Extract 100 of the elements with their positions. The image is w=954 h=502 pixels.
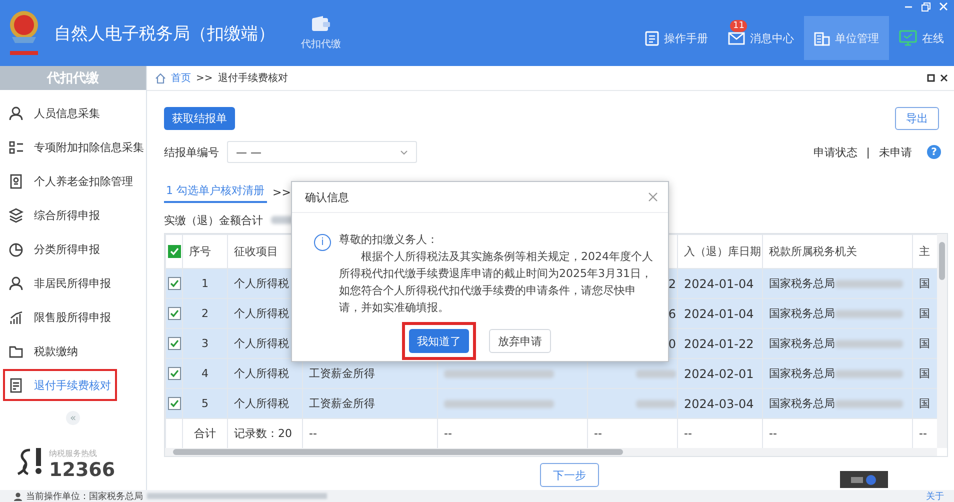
sidebar-title: 代扣代缴 — [0, 66, 146, 90]
column-header: 税款所属税务机关 — [762, 234, 912, 268]
table-cell: 1 — [182, 268, 228, 298]
module-tab[interactable]: 代扣代缴 — [297, 0, 345, 66]
table-cell: 工资薪金所得 — [302, 388, 438, 418]
help-icon[interactable]: ? — [927, 145, 941, 159]
breadcrumb-separator: >> — [196, 72, 213, 84]
column-header: 入（退）库日期 — [678, 234, 762, 268]
restore-icon[interactable] — [927, 74, 935, 82]
sidebar-item[interactable]: 分类所得申报 — [3, 233, 106, 265]
table-cell: 国 — [912, 328, 937, 358]
row-checkbox[interactable] — [168, 307, 180, 320]
table-cell: 5 — [182, 388, 228, 418]
pie-chart-icon — [9, 242, 24, 256]
layers-icon — [9, 208, 24, 222]
acknowledge-button[interactable]: 我知道了 — [409, 329, 469, 353]
sidebar-item[interactable]: 人员信息采集 — [3, 97, 106, 129]
sidebar-item[interactable]: 非居民所得申报 — [3, 267, 117, 299]
folder-icon — [9, 344, 24, 358]
app-title: 自然人电子税务局（扣缴端） — [54, 22, 275, 44]
table-cell: 2 — [182, 298, 228, 328]
horizontal-scrollbar[interactable] — [165, 448, 937, 456]
header-nav-item[interactable]: 操作手册 — [635, 16, 718, 60]
id-card-icon — [9, 174, 24, 188]
export-button[interactable]: 导出 — [895, 107, 939, 130]
list-icon — [9, 140, 24, 154]
table-cell: 国家税务总局 — [769, 397, 835, 410]
current-unit-label: 当前操作单位：国家税务总局 — [26, 490, 143, 502]
sidebar-item[interactable]: 税款缴纳 — [3, 335, 84, 367]
table-cell: 国 — [912, 298, 937, 328]
document-icon — [9, 378, 24, 392]
status-separator: | — [866, 146, 870, 158]
info-icon: i — [314, 234, 331, 251]
bar-chart-icon — [9, 310, 24, 324]
table-cell: 4 — [182, 358, 228, 388]
table-cell: 国 — [912, 388, 937, 418]
sidebar-item[interactable]: 限售股所得申报 — [3, 301, 117, 333]
status-label: 申请状态 — [813, 144, 858, 160]
hotline-label: 纳税服务热线 — [49, 448, 98, 458]
table-cell: 国 — [912, 268, 937, 298]
dialog-greeting: 尊敬的扣缴义务人： — [339, 232, 439, 248]
vertical-scrollbar[interactable] — [937, 234, 947, 448]
envelope-icon[interactable] — [728, 32, 745, 44]
monitor-icon[interactable] — [899, 30, 917, 46]
sidebar-item[interactable]: 专项附加扣除信息采集 — [3, 131, 150, 163]
sidebar-item[interactable]: 综合所得申报 — [3, 199, 106, 231]
table-cell: 国 — [912, 358, 937, 388]
status-value: 未申请 — [879, 144, 912, 160]
dialog-title: 确认信息 — [305, 190, 349, 204]
table-cell: 国家税务总局 — [769, 277, 835, 290]
wallet-icon — [311, 15, 331, 32]
row-checkbox[interactable] — [168, 397, 180, 410]
home-link[interactable]: 首页 — [171, 71, 191, 85]
person-icon — [9, 106, 24, 120]
table-cell: 2024-01-22 — [678, 328, 762, 358]
chevron-icon[interactable] — [400, 150, 408, 154]
sidebar-item[interactable]: 退付手续费核对 — [3, 369, 117, 401]
table-cell: 2024-03-04 — [678, 388, 762, 418]
field-label: 结报单编号 — [164, 144, 219, 160]
building-icon[interactable] — [814, 30, 830, 46]
table-cell: 2024-01-04 — [678, 298, 762, 328]
about-link[interactable]: 关于 — [926, 490, 944, 502]
header-nav-item[interactable]: 单位管理 — [804, 16, 889, 60]
table-cell: 国家税务总局 — [769, 307, 835, 320]
next-button[interactable]: 下一步 — [540, 463, 599, 487]
row-checkbox[interactable] — [168, 277, 180, 290]
person-icon — [9, 276, 24, 290]
table-cell: 个人所得税 — [228, 388, 302, 418]
home-icon[interactable] — [155, 72, 166, 84]
table-cell: 2 — [668, 276, 676, 290]
notification-badge: 11 — [730, 20, 748, 32]
header-nav-item[interactable]: 在线 — [889, 16, 954, 60]
sidebar-item[interactable]: 个人养老金扣除管理 — [3, 165, 139, 197]
table-cell: 国家税务总局 — [769, 367, 835, 380]
table-cell: 6 — [668, 306, 676, 320]
summary-label: 实缴（退）金额合计 — [164, 212, 263, 228]
table-cell: 3 — [182, 328, 228, 358]
table-cell: 国家税务总局 — [769, 337, 835, 350]
column-header: 主 — [912, 234, 937, 268]
dialog-message: 根据个人所得税法及其实施条例等相关规定，2024年度个人所得税代扣代缴手续费退库申请的截止时间为2025年3月31日，如您符合个人所得税代扣代缴手续费的申请条件，请您尽快申请，并如实准确填报。 — [339, 249, 654, 316]
step-tab[interactable]: 1 勾选单户核对清册 — [164, 182, 266, 202]
header-nav-item[interactable]: 消息中心 11 — [718, 16, 804, 60]
abandon-button[interactable]: 放弃申请 — [489, 329, 551, 353]
row-checkbox[interactable] — [168, 337, 180, 350]
collapse-button[interactable]: « — [66, 411, 80, 425]
column-header: 序号 — [182, 234, 228, 268]
fetch-report-button[interactable]: 获取结报单 — [164, 107, 235, 130]
step-separator: >> — [272, 186, 291, 199]
select-all-checkbox[interactable] — [168, 245, 180, 258]
breadcrumb-current: 退付手续费核对 — [218, 72, 288, 85]
row-checkbox[interactable] — [168, 367, 180, 380]
person-icon — [14, 492, 22, 500]
report-number-dropdown[interactable]: — — — [227, 141, 417, 163]
document-icon[interactable] — [645, 30, 659, 46]
table-cell: 2024-02-01 — [678, 358, 762, 388]
table-cell: 个人所得税 — [228, 358, 302, 388]
hotline-number: 12366 — [49, 458, 116, 480]
ime-toolbar-icon[interactable] — [840, 471, 888, 488]
table-cell: 0 — [668, 336, 676, 350]
close-icon[interactable] — [940, 74, 948, 82]
